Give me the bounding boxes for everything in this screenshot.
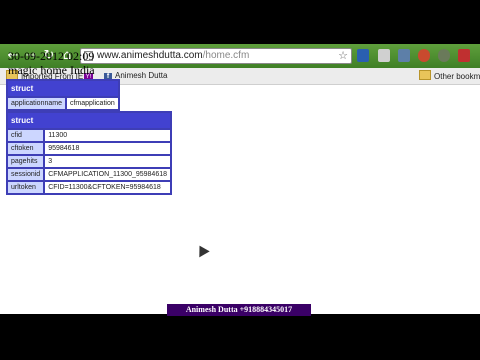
translate-icon[interactable] <box>378 49 390 62</box>
dump-value: 11300 <box>45 130 170 141</box>
dump-key[interactable]: pagehits <box>8 156 44 167</box>
dump-value: 3 <box>45 156 170 167</box>
page-datetime: 30-09-2012 02:09 <box>8 49 95 63</box>
bookmark-other-bookmarks[interactable]: Other bookm <box>419 70 480 83</box>
dump-key[interactable]: urltoken <box>8 182 44 193</box>
bookmark-star-icon[interactable]: ☆ <box>338 49 348 62</box>
page-content: 30-09-2012 02:09 magic home India struct… <box>6 49 172 195</box>
table-row: pagehits 3 <box>8 156 170 167</box>
extension-icon[interactable] <box>398 49 410 62</box>
bookmark-label: Other bookm <box>434 72 480 81</box>
dump-key[interactable]: sessionid <box>8 169 44 180</box>
dump-key[interactable]: cftoken <box>8 143 44 154</box>
table-row: cftoken 95984618 <box>8 143 170 154</box>
extension-icon[interactable] <box>458 49 470 62</box>
extension-icon[interactable] <box>357 49 369 62</box>
dump-key[interactable]: cfid <box>8 130 44 141</box>
dump-value: 95984618 <box>45 143 170 154</box>
table-row: applicationname cfmapplication <box>8 98 118 109</box>
extension-icon[interactable] <box>418 49 430 62</box>
session-dump-table: struct cfid 11300 cftoken 95984618 pageh… <box>6 111 172 195</box>
url-path: /home.cfm <box>202 50 250 61</box>
video-watermark: Animesh Dutta +918884345017 <box>167 304 311 316</box>
table-row: cfid 11300 <box>8 130 170 141</box>
table-row: urltoken CFID=11300&CFTOKEN=95984618 <box>8 182 170 193</box>
folder-icon <box>419 70 431 80</box>
application-dump-table: struct applicationname cfmapplication <box>6 79 120 111</box>
dump-title[interactable]: struct <box>8 113 170 128</box>
dump-value: CFMAPPLICATION_11300_95984618 <box>45 169 170 180</box>
dump-value: cfmapplication <box>66 98 118 109</box>
page-heading: magic home India <box>8 63 95 77</box>
dump-key[interactable]: applicationname <box>8 98 65 109</box>
table-row: sessionid CFMAPPLICATION_11300_95984618 <box>8 169 170 180</box>
dump-value: CFID=11300&CFTOKEN=95984618 <box>45 182 170 193</box>
dump-title[interactable]: struct <box>8 81 118 96</box>
gear-icon[interactable] <box>438 49 450 62</box>
